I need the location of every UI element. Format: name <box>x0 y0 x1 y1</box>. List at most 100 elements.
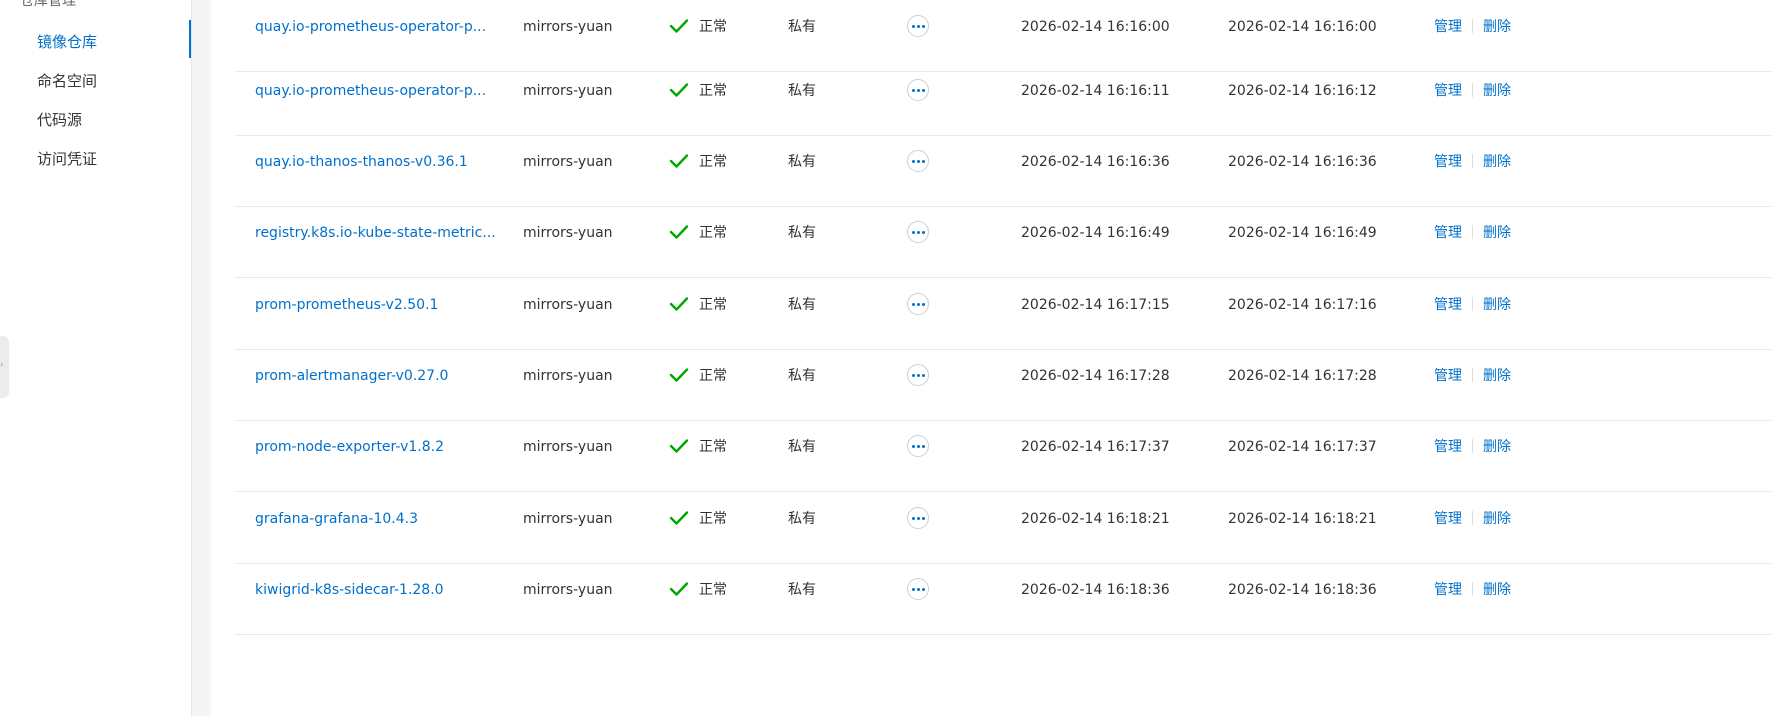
updated-time-cell: 2026-02-14 16:18:21 <box>1228 511 1377 527</box>
status-text: 正常 <box>699 225 727 241</box>
table-row: prom-alertmanager-v0.27.0 mirrors-yuan 正常 私… <box>235 349 1771 421</box>
more-icon[interactable] <box>907 507 929 529</box>
sidebar-collapse-handle[interactable]: › <box>0 336 9 398</box>
updated-time-cell: 2026-02-14 16:18:36 <box>1228 582 1377 598</box>
delete-button[interactable]: 删除 <box>1483 225 1511 241</box>
check-icon <box>669 582 689 596</box>
status-text: 正常 <box>699 368 727 384</box>
manage-button[interactable]: 管理 <box>1434 297 1462 313</box>
action-divider <box>1472 297 1473 311</box>
check-icon <box>669 83 689 97</box>
repo-type-cell: 私有 <box>788 511 816 527</box>
table-row: quay.io-prometheus-operator-p... mirrors-… <box>235 0 1771 72</box>
repo-type-cell: 私有 <box>788 154 816 170</box>
table-row: kiwigrid-k8s-sidecar-1.28.0 mirrors-yuan 正… <box>235 563 1771 635</box>
repo-type-cell: 私有 <box>788 439 816 455</box>
action-divider <box>1472 582 1473 596</box>
actions-cell: 管理 删除 <box>1434 278 1511 349</box>
action-divider <box>1472 83 1473 97</box>
table-row: grafana-grafana-10.4.3 mirrors-yuan 正常 私有 20… <box>235 492 1771 564</box>
table-row: quay.io-thanos-thanos-v0.36.1 mirrors-yua… <box>235 135 1771 207</box>
repo-name-link[interactable]: quay.io-prometheus-operator-p... <box>255 64 486 135</box>
created-time-cell: 2026-02-14 16:17:37 <box>1021 439 1170 455</box>
more-icon[interactable] <box>907 435 929 457</box>
manage-button[interactable]: 管理 <box>1434 511 1462 527</box>
repo-type-cell: 私有 <box>788 83 816 99</box>
repo-name-link[interactable]: registry.k8s.io-kube-state-metric... <box>255 206 496 277</box>
check-icon <box>669 511 689 525</box>
status-text: 正常 <box>699 582 727 598</box>
repo-name-link[interactable]: quay.io-thanos-thanos-v0.36.1 <box>255 135 468 206</box>
namespace-cell: mirrors-yuan <box>523 297 613 313</box>
updated-time-cell: 2026-02-14 16:17:16 <box>1228 297 1377 313</box>
actions-cell: 管理 删除 <box>1434 206 1511 277</box>
actions-cell: 管理 删除 <box>1434 349 1511 420</box>
action-divider <box>1472 511 1473 525</box>
created-time-cell: 2026-02-14 16:18:21 <box>1021 511 1170 527</box>
delete-button[interactable]: 删除 <box>1483 582 1511 598</box>
repo-name-link[interactable]: prom-prometheus-v2.50.1 <box>255 278 438 349</box>
repository-table: quay.io-prometheus-operator-p... mirrors-… <box>211 0 1771 716</box>
more-icon[interactable] <box>907 150 929 172</box>
table-row: quay.io-prometheus-operator-p... mirrors-… <box>235 64 1771 136</box>
created-time-cell: 2026-02-14 16:16:11 <box>1021 83 1170 99</box>
manage-button[interactable]: 管理 <box>1434 154 1462 170</box>
chevron-up-icon[interactable]: ^ <box>162 0 173 6</box>
repo-name-link[interactable]: quay.io-prometheus-operator-p... <box>255 0 486 71</box>
sidebar-item-image-repo[interactable]: 镜像仓库 <box>37 31 97 52</box>
status-text: 正常 <box>699 19 727 35</box>
delete-button[interactable]: 删除 <box>1483 19 1511 35</box>
sidebar: 仓库管理 ^ 镜像仓库 命名空间 代码源 访问凭证 <box>0 0 192 716</box>
repo-name-link[interactable]: grafana-grafana-10.4.3 <box>255 492 418 563</box>
delete-button[interactable]: 删除 <box>1483 439 1511 455</box>
updated-time-cell: 2026-02-14 16:16:49 <box>1228 225 1377 241</box>
delete-button[interactable]: 删除 <box>1483 297 1511 313</box>
manage-button[interactable]: 管理 <box>1434 225 1462 241</box>
updated-time-cell: 2026-02-14 16:16:00 <box>1228 19 1377 35</box>
action-divider <box>1472 225 1473 239</box>
action-divider <box>1472 368 1473 382</box>
more-icon[interactable] <box>907 364 929 386</box>
repo-type-cell: 私有 <box>788 297 816 313</box>
check-icon <box>669 19 689 33</box>
actions-cell: 管理 删除 <box>1434 135 1511 206</box>
namespace-cell: mirrors-yuan <box>523 511 613 527</box>
manage-button[interactable]: 管理 <box>1434 19 1462 35</box>
repo-name-link[interactable]: prom-node-exporter-v1.8.2 <box>255 420 444 491</box>
updated-time-cell: 2026-02-14 16:16:12 <box>1228 83 1377 99</box>
sidebar-item-access-credentials[interactable]: 访问凭证 <box>37 148 97 169</box>
status-text: 正常 <box>699 439 727 455</box>
repo-name-link[interactable]: prom-alertmanager-v0.27.0 <box>255 349 448 420</box>
delete-button[interactable]: 删除 <box>1483 154 1511 170</box>
more-icon[interactable] <box>907 578 929 600</box>
sidebar-item-namespace[interactable]: 命名空间 <box>37 70 97 91</box>
sidebar-group-label[interactable]: 仓库管理 <box>20 0 76 10</box>
manage-button[interactable]: 管理 <box>1434 582 1462 598</box>
check-icon <box>669 225 689 239</box>
manage-button[interactable]: 管理 <box>1434 83 1462 99</box>
actions-cell: 管理 删除 <box>1434 0 1511 71</box>
check-icon <box>669 297 689 311</box>
check-icon <box>669 368 689 382</box>
more-icon[interactable] <box>907 293 929 315</box>
repo-type-cell: 私有 <box>788 19 816 35</box>
table-row: registry.k8s.io-kube-state-metric... mirr… <box>235 206 1771 278</box>
delete-button[interactable]: 删除 <box>1483 511 1511 527</box>
more-icon[interactable] <box>907 15 929 37</box>
created-time-cell: 2026-02-14 16:18:36 <box>1021 582 1170 598</box>
more-icon[interactable] <box>907 79 929 101</box>
sidebar-item-code-source[interactable]: 代码源 <box>37 109 82 130</box>
manage-button[interactable]: 管理 <box>1434 368 1462 384</box>
delete-button[interactable]: 删除 <box>1483 368 1511 384</box>
actions-cell: 管理 删除 <box>1434 64 1511 135</box>
repo-name-link[interactable]: kiwigrid-k8s-sidecar-1.28.0 <box>255 563 444 634</box>
check-icon <box>669 154 689 168</box>
more-icon[interactable] <box>907 221 929 243</box>
table-row: prom-node-exporter-v1.8.2 mirrors-yuan 正常 私… <box>235 420 1771 492</box>
status-text: 正常 <box>699 297 727 313</box>
created-time-cell: 2026-02-14 16:17:15 <box>1021 297 1170 313</box>
delete-button[interactable]: 删除 <box>1483 83 1511 99</box>
actions-cell: 管理 删除 <box>1434 563 1511 634</box>
manage-button[interactable]: 管理 <box>1434 439 1462 455</box>
check-icon <box>669 439 689 453</box>
